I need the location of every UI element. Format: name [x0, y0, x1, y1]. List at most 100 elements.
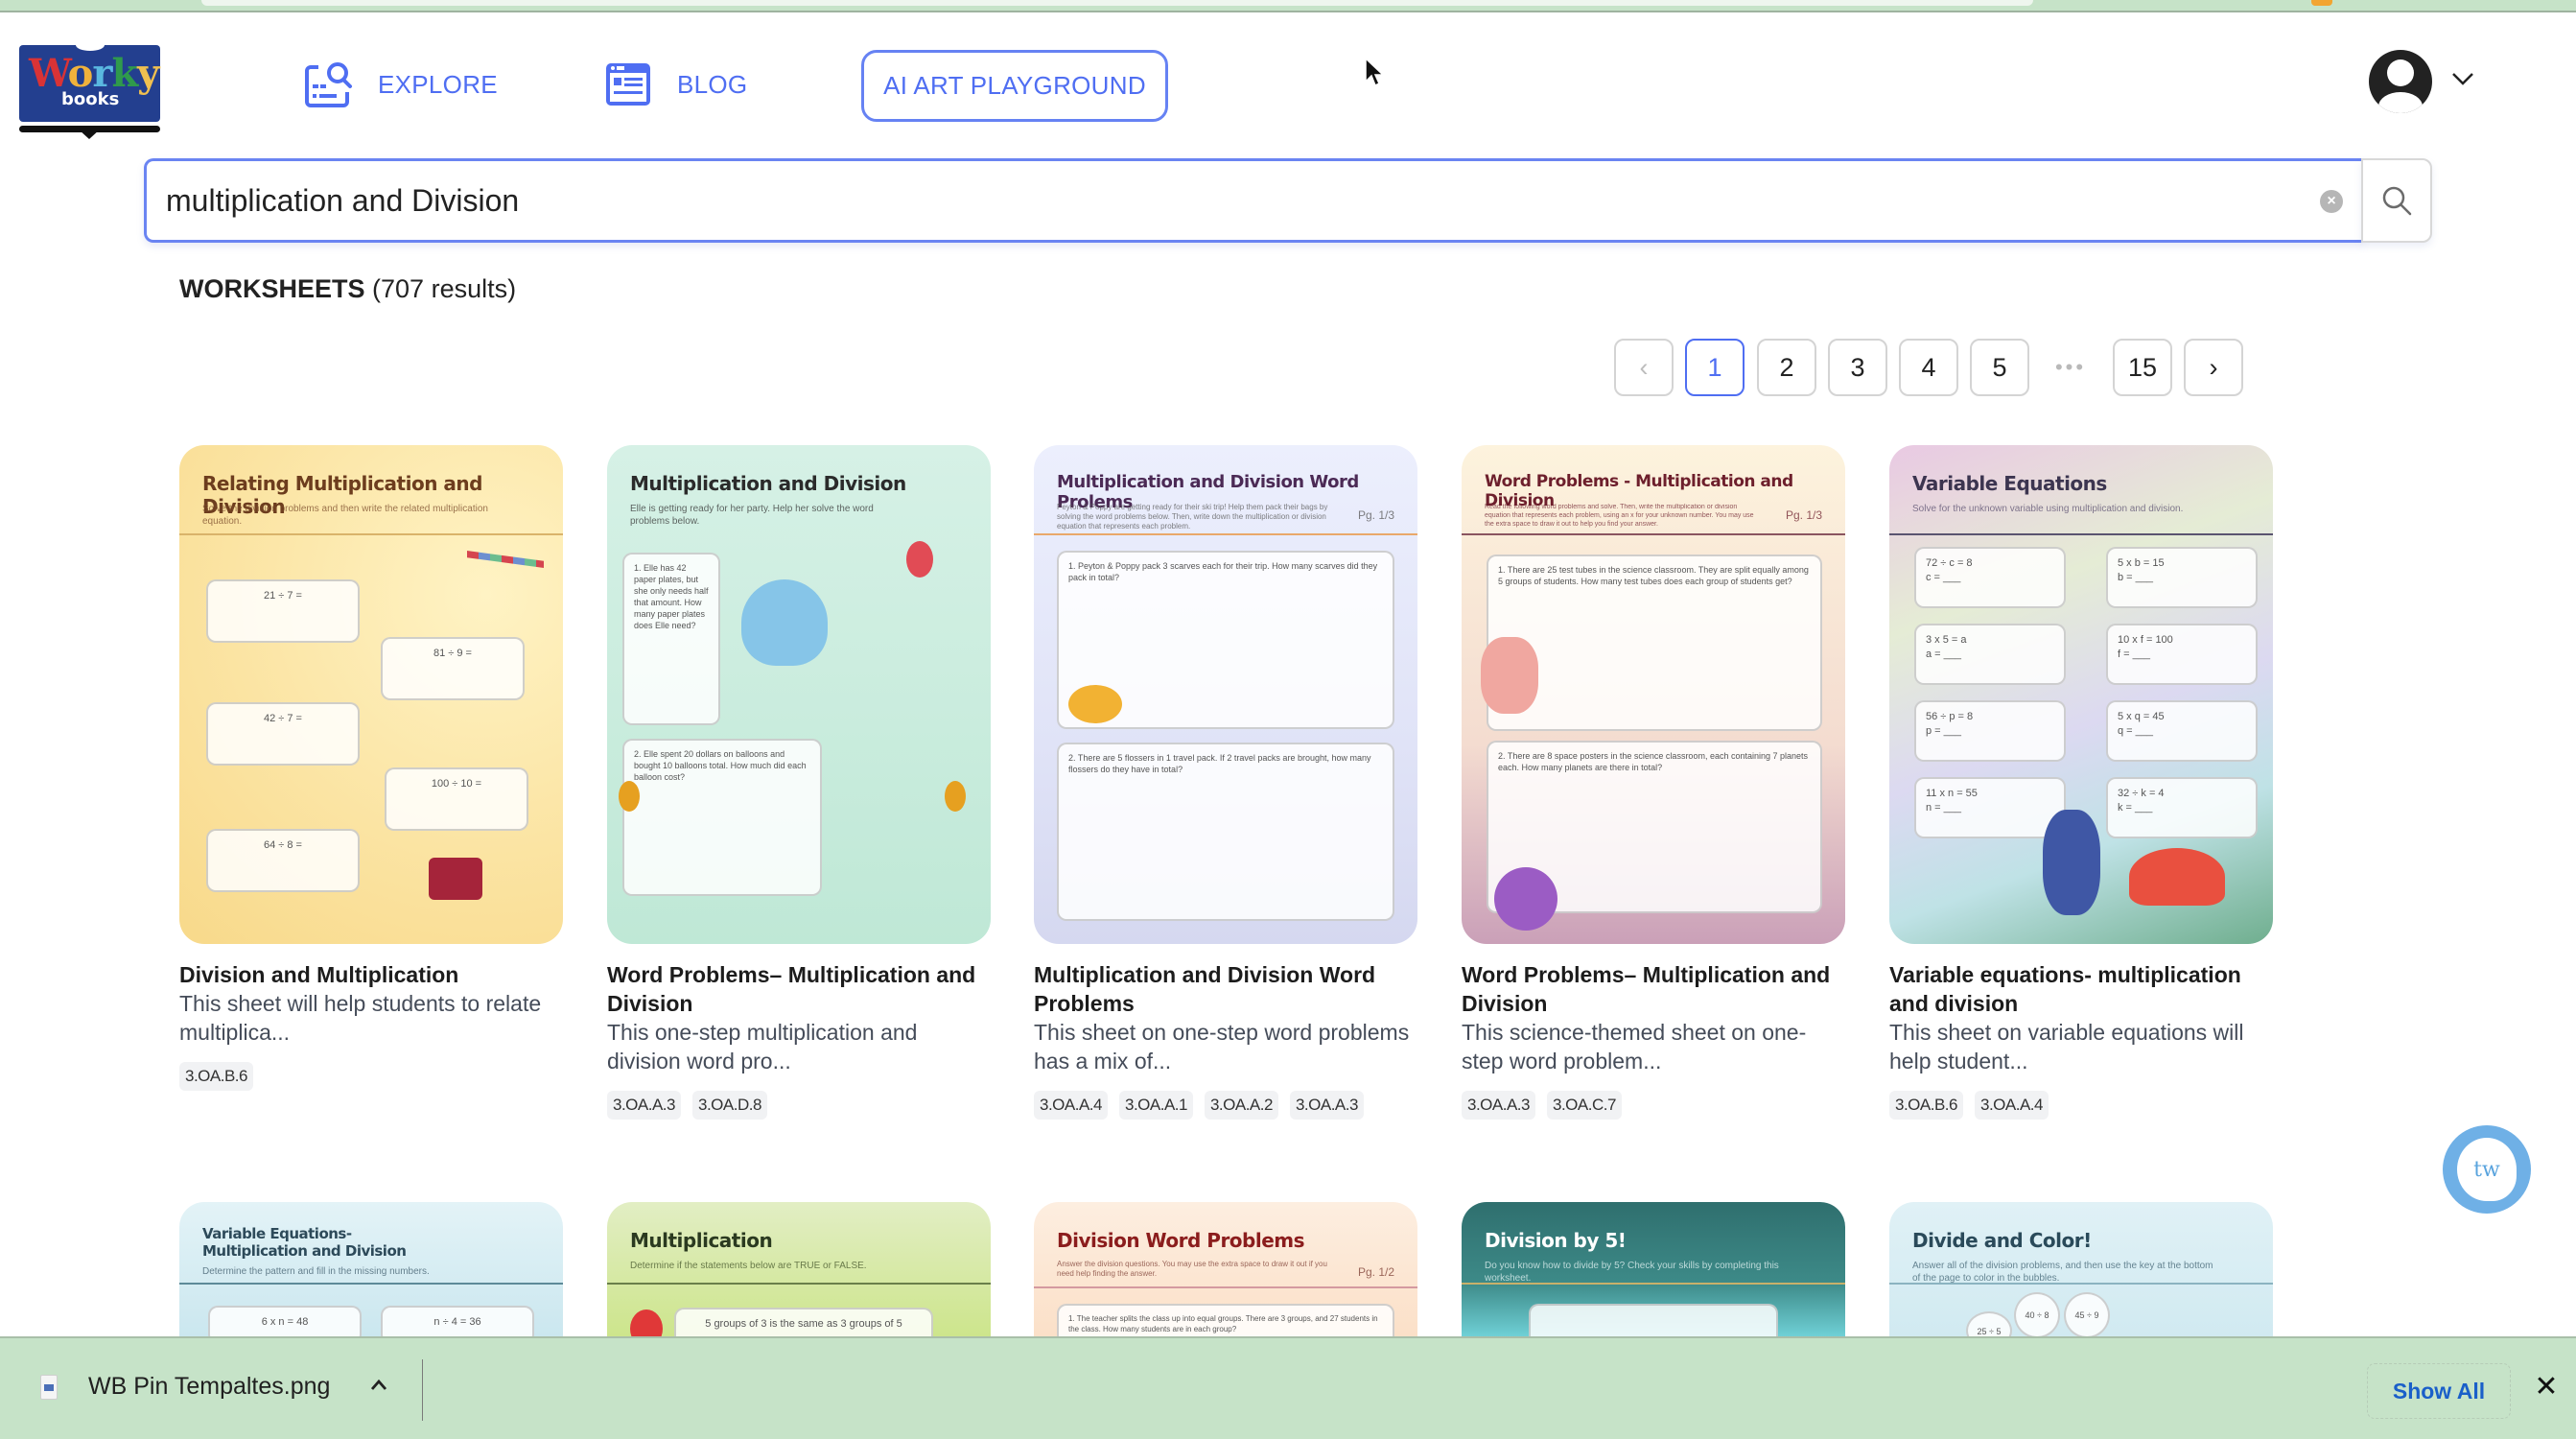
equation-text: 10 x f = 100 — [2118, 634, 2173, 646]
standard-tag[interactable]: 3.OA.A.3 — [1462, 1091, 1535, 1120]
standard-tag[interactable]: 3.OA.B.6 — [1889, 1091, 1963, 1120]
nav-explore[interactable]: EXPLORE — [305, 59, 498, 109]
search-button[interactable] — [2361, 158, 2432, 243]
standard-tag[interactable]: 3.OA.A.3 — [1289, 1091, 1364, 1120]
thumb-problem: 2. Elle spent 20 dollars on balloons and… — [622, 739, 822, 896]
thumb-problem: 64 ÷ 8 = — [206, 829, 360, 892]
user-avatar-icon[interactable] — [2369, 50, 2432, 113]
pagination-page-5[interactable]: 5 — [1970, 339, 2029, 396]
pagination-next-button[interactable]: › — [2184, 339, 2243, 396]
thumb-subtitle: Peyton & Poppy are getting ready for the… — [1057, 503, 1328, 531]
browser-top-strip — [0, 0, 2576, 12]
worksheet-thumbnail[interactable]: Multiplication Determine if the statemen… — [607, 1202, 991, 1336]
thumb-equation: 11 x n = 55 n = ___ — [1914, 777, 2066, 838]
balloon-illustration — [906, 541, 933, 578]
standard-tag[interactable]: 3.OA.D.8 — [691, 1091, 767, 1120]
thumb-divider — [1034, 533, 1417, 535]
worksheet-thumbnail[interactable]: Relating Multiplication and Division Sol… — [179, 445, 563, 944]
nav-blog-label: BLOG — [677, 69, 748, 99]
thumb-title: Divide and Color! — [1912, 1229, 2092, 1252]
search-field[interactable]: × — [144, 158, 2363, 243]
pagination-page-4[interactable]: 4 — [1899, 339, 1958, 396]
pagination-ellipsis[interactable]: ••• — [2041, 339, 2100, 396]
standard-tag[interactable]: 3.OA.A.1 — [1118, 1091, 1193, 1120]
standard-tag[interactable]: 3.OA.C.7 — [1546, 1091, 1622, 1120]
pagination-page-1[interactable]: 1 — [1685, 339, 1745, 396]
thumb-problem: 81 ÷ 9 = — [381, 637, 525, 700]
card-title[interactable]: Word Problems– Multiplication and Divisi… — [1462, 960, 1845, 1018]
card-description: This science-themed sheet on one-step wo… — [1462, 1020, 1807, 1073]
answer-text: q = ___ — [2118, 725, 2154, 737]
equation-text: 5 x b = 15 — [2118, 557, 2165, 569]
standard-tag[interactable]: 3.OA.A.3 — [607, 1091, 681, 1120]
logo-letter: y — [137, 51, 159, 96]
worksheet-thumbnail[interactable]: Multiplication and Division Word Prolems… — [1034, 445, 1417, 944]
balloon-illustration — [945, 781, 966, 812]
card-title[interactable]: Division and Multiplication — [179, 960, 563, 989]
card-title[interactable]: Multiplication and Division Word Problem… — [1034, 960, 1417, 1018]
worksheet-thumbnail[interactable]: Division by 5! Do you know how to divide… — [1462, 1202, 1845, 1336]
card-tags: 3.OA.B.6 — [179, 1062, 253, 1091]
card-tags: 3.OA.A.3 3.OA.C.7 — [1462, 1091, 1622, 1120]
cake-illustration — [429, 858, 482, 900]
thumb-divider — [1462, 1283, 1845, 1285]
thumb-equation: 3 x 5 = a a = ___ — [1914, 624, 2066, 685]
nav-blog[interactable]: BLOG — [604, 59, 747, 109]
standard-tag[interactable]: 3.OA.A.4 — [1034, 1091, 1108, 1120]
equation-text: 3 x 5 = a — [1926, 634, 1967, 646]
standard-tag[interactable]: 3.OA.A.2 — [1204, 1091, 1278, 1120]
elephant-illustration — [741, 579, 828, 666]
card-description: This sheet will help students to relate … — [179, 991, 542, 1045]
card-title[interactable]: Variable equations- multiplication and d… — [1889, 960, 2273, 1018]
worksheet-thumbnail[interactable]: Multiplication and Division Elle is gett… — [607, 445, 991, 944]
answer-text: f = ___ — [2118, 649, 2150, 660]
thumb-title: Variable Equations- Multiplication and D… — [202, 1225, 407, 1260]
download-filename[interactable]: WB Pin Tempaltes.png — [88, 1373, 330, 1401]
thumb-title: Division Word Problems — [1057, 1229, 1305, 1252]
chevron-down-icon[interactable] — [2450, 69, 2475, 88]
worksheet-thumbnail[interactable]: Divide and Color! Answer all of the divi… — [1889, 1202, 2273, 1336]
worksheet-thumbnail[interactable]: Variable Equations- Multiplication and D… — [179, 1202, 563, 1336]
thumb-subtitle: Answer all of the division problems, and… — [1912, 1261, 2213, 1284]
ai-art-playground-button[interactable]: AI ART PLAYGROUND — [861, 50, 1168, 122]
thumb-title: Multiplication — [630, 1229, 773, 1252]
thumb-equation: 72 ÷ c = 8 c = ___ — [1914, 547, 2066, 608]
chat-widget-button[interactable]: tw — [2443, 1125, 2531, 1214]
pagination-page-2[interactable]: 2 — [1757, 339, 1816, 396]
worksheet-thumbnail[interactable]: Word Problems - Multiplication and Divis… — [1462, 445, 1845, 944]
pagination-page-15[interactable]: 15 — [2113, 339, 2172, 396]
thumb-equation: 10 x f = 100 f = ___ — [2106, 624, 2258, 685]
thumb-divider — [607, 1283, 991, 1285]
thumb-page-number: Pg. 1/3 — [1357, 508, 1394, 522]
thumb-subtitle: Determine the pattern and fill in the mi… — [202, 1266, 430, 1277]
card-title[interactable]: Word Problems– Multiplication and Divisi… — [607, 960, 991, 1018]
thumb-equation: 32 ÷ k = 4 k = ___ — [2106, 777, 2258, 838]
address-area — [201, 0, 2033, 6]
extension-badge[interactable] — [2311, 0, 2332, 6]
show-all-downloads-button[interactable]: Show All — [2367, 1363, 2511, 1419]
workybooks-logo[interactable]: Worky books — [19, 39, 160, 141]
thumb-equation: 56 ÷ p = 8 p = ___ — [1914, 700, 2066, 762]
thumb-equation: 5 x b = 15 b = ___ — [2106, 547, 2258, 608]
standard-tag[interactable]: 3.OA.B.6 — [179, 1062, 253, 1091]
nav-explore-label: EXPLORE — [378, 69, 498, 99]
card-description: This sheet on variable equations will he… — [1889, 1020, 2244, 1073]
logo-book-base — [19, 126, 160, 132]
thumb-page-number: Pg. 1/2 — [1357, 1265, 1394, 1279]
explore-icon — [305, 62, 352, 107]
search-input[interactable] — [166, 161, 2276, 240]
thumb-statement: 5 groups of 3 is the same as 3 groups of… — [674, 1308, 933, 1336]
chevron-up-icon[interactable] — [368, 1375, 389, 1396]
blog-icon — [606, 63, 650, 106]
close-icon[interactable]: ✕ — [2532, 1373, 2561, 1402]
worksheet-thumbnail[interactable]: Division Word Problems Answer the divisi… — [1034, 1202, 1417, 1336]
thumb-problem: 1. There are 25 test tubes in the scienc… — [1487, 554, 1822, 731]
clear-search-icon[interactable]: × — [2320, 190, 2343, 213]
thumb-divider — [1034, 1286, 1417, 1288]
pagination-page-3[interactable]: 3 — [1828, 339, 1887, 396]
pagination-prev-button[interactable]: ‹ — [1614, 339, 1674, 396]
thumb-divider — [179, 533, 563, 535]
worksheet-thumbnail[interactable]: Variable Equations Solve for the unknown… — [1889, 445, 2273, 944]
search-icon — [2382, 186, 2412, 216]
standard-tag[interactable]: 3.OA.A.4 — [1974, 1091, 2049, 1120]
